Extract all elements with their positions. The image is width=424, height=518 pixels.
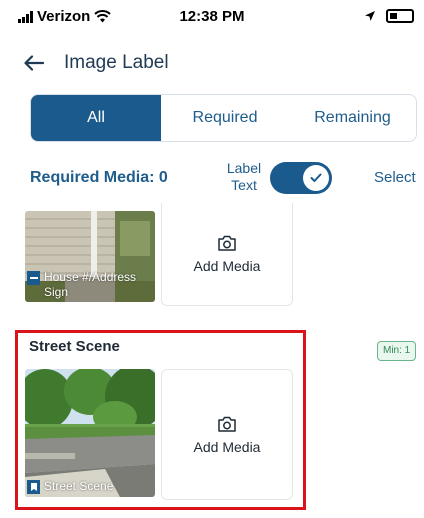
add-media-label: Add Media (193, 438, 261, 455)
tab-remaining[interactable]: Remaining (289, 95, 416, 141)
add-media-button[interactable]: Add Media (161, 203, 293, 306)
street-scene-thumbnail[interactable]: Street Scene (25, 369, 155, 497)
tab-required[interactable]: Required (161, 95, 289, 141)
app-header: Image Label (22, 48, 169, 78)
min-badge: Min: 1 (377, 341, 417, 361)
location-arrow-icon (365, 11, 375, 21)
thumbnail-caption-line2: Sign (44, 285, 69, 299)
label-text-toggle[interactable] (270, 162, 332, 194)
section-title-street-scene: Street Scene (29, 338, 120, 355)
back-button[interactable] (22, 51, 46, 75)
battery-icon (386, 9, 414, 23)
label-text-line2: Text (231, 177, 257, 193)
required-media-row: Required Media: 0 Label Text Select (30, 158, 424, 200)
house-address-thumbnail[interactable]: House #/Address Sign (25, 211, 155, 302)
label-tag-icon (27, 271, 40, 285)
status-bar: Verizon 12:38 PM (0, 0, 424, 40)
thumbnail-caption: Street Scene (27, 479, 113, 494)
status-time: 12:38 PM (179, 8, 245, 25)
label-text-line1: Label (226, 160, 262, 176)
thumbnail-caption-line1: House #/Address (44, 270, 137, 284)
check-icon (310, 173, 322, 182)
add-media-label: Add Media (193, 258, 261, 274)
select-link[interactable]: Select (374, 169, 416, 186)
tab-all[interactable]: All (31, 95, 161, 141)
camera-icon (218, 235, 236, 251)
label-text-caption: Label Text (220, 160, 268, 194)
thumbnail-caption: House #/Address Sign (27, 270, 136, 300)
add-media-button[interactable]: Add Media (161, 369, 293, 500)
label-tag-icon (27, 480, 40, 494)
status-right (364, 9, 414, 23)
page-title: Image Label (64, 52, 169, 73)
street-photo (25, 369, 155, 497)
required-media-count: Required Media: 0 (30, 169, 168, 186)
filter-tabs: All Required Remaining (30, 94, 417, 142)
thumbnail-caption-text: Street Scene (44, 479, 114, 493)
toggle-knob (303, 165, 329, 191)
camera-icon (218, 416, 236, 432)
arrow-left-icon (24, 55, 44, 71)
